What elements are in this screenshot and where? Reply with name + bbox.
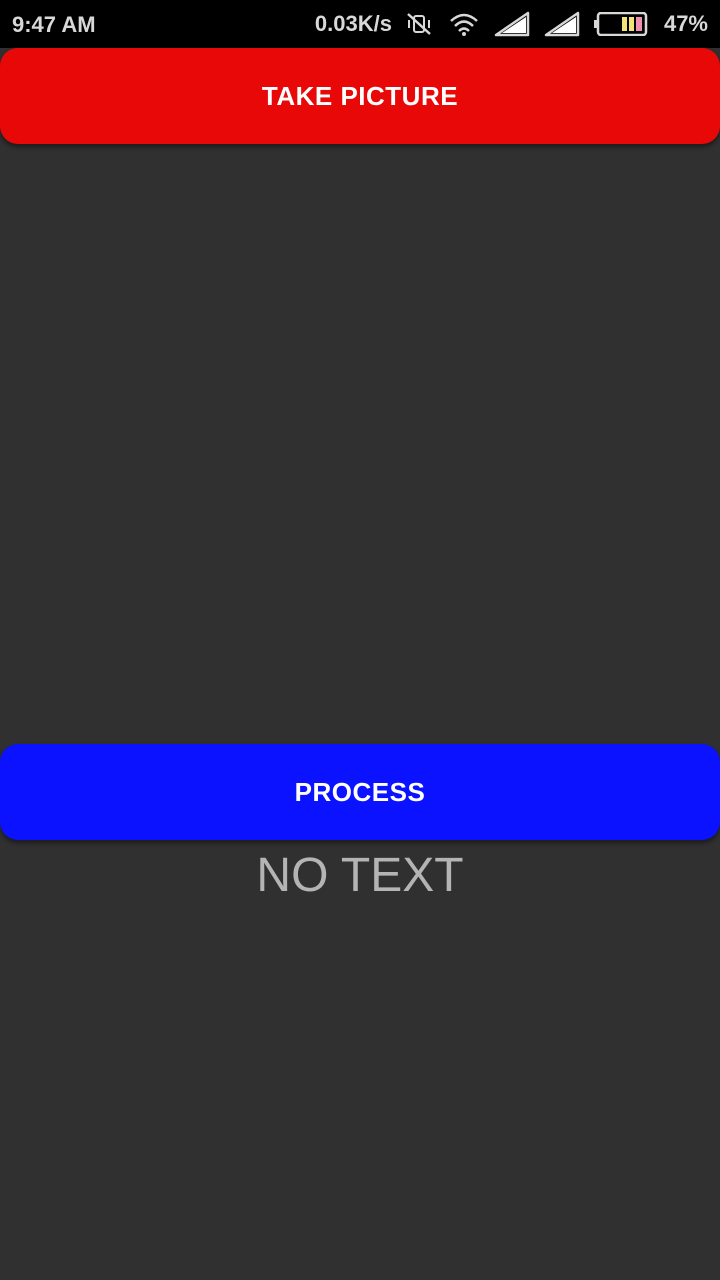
status-bar: 9:47 AM 0.03K/s 47%	[0, 0, 720, 48]
status-time: 9:47 AM	[12, 12, 96, 37]
battery-percent: 47%	[663, 11, 708, 36]
wifi-icon	[448, 11, 480, 37]
result-text: NO TEXT	[256, 849, 464, 902]
status-indicators: 0.03K/s 47%	[315, 8, 708, 40]
main-content: TAKE PICTURE PROCESS NO TEXT	[0, 48, 720, 1280]
take-picture-button[interactable]: TAKE PICTURE	[0, 48, 720, 144]
signal-icon	[494, 11, 530, 37]
battery-icon	[593, 12, 648, 36]
network-speed: 0.03K/s	[314, 11, 392, 36]
process-button[interactable]: PROCESS	[0, 744, 720, 840]
signal-icon	[544, 11, 580, 37]
mute-vibrate-icon	[404, 11, 434, 37]
